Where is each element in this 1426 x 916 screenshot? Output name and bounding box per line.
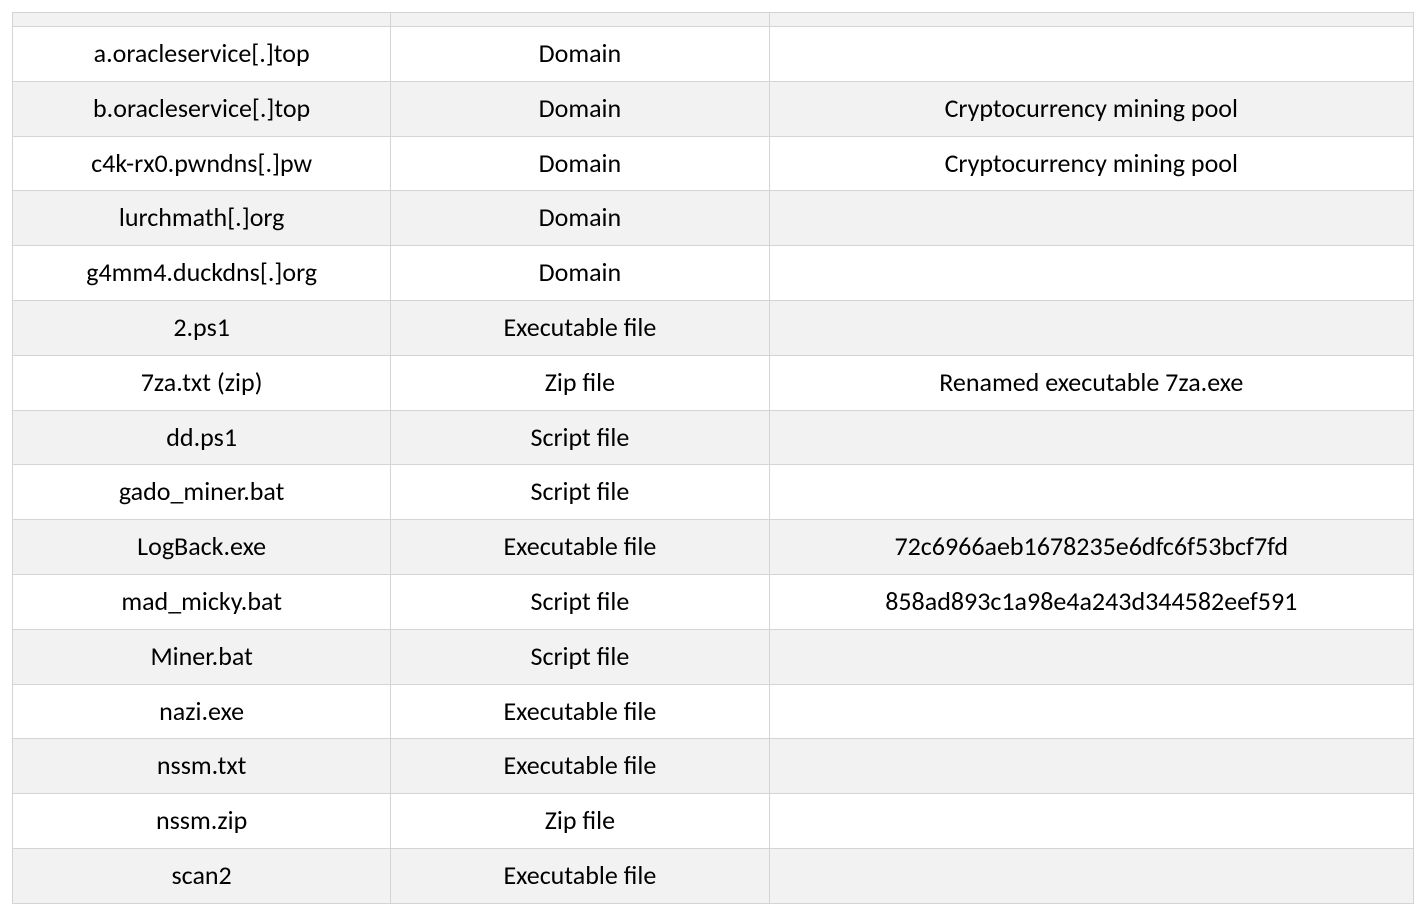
note-cell (769, 465, 1413, 520)
header-stub-row (13, 13, 1414, 27)
table-row: LogBack.exeExecutable file72c6966aeb1678… (13, 520, 1414, 575)
note-cell: 72c6966aeb1678235e6dfc6f53bcf7fd (769, 520, 1413, 575)
type-cell: Script file (391, 465, 769, 520)
table-row: dd.ps1Script file (13, 410, 1414, 465)
indicator-cell: nazi.exe (13, 684, 391, 739)
type-cell: Domain (391, 246, 769, 301)
note-cell (769, 191, 1413, 246)
table-row: c4k-rx0.pwndns[.]pwDomainCryptocurrency … (13, 136, 1414, 191)
indicator-cell: nssm.txt (13, 739, 391, 794)
table-row: g4mm4.duckdns[.]orgDomain (13, 246, 1414, 301)
indicator-cell: g4mm4.duckdns[.]org (13, 246, 391, 301)
indicator-cell: dd.ps1 (13, 410, 391, 465)
indicator-cell: LogBack.exe (13, 520, 391, 575)
note-cell (769, 794, 1413, 849)
note-cell (769, 246, 1413, 301)
type-cell: Executable file (391, 300, 769, 355)
indicator-cell: a.oracleservice[.]top (13, 27, 391, 82)
indicator-cell: Miner.bat (13, 629, 391, 684)
ioc-table: a.oracleservice[.]topDomainb.oracleservi… (12, 12, 1414, 904)
type-cell: Domain (391, 27, 769, 82)
type-cell: Executable file (391, 739, 769, 794)
table-row: nssm.zipZip file (13, 794, 1414, 849)
type-cell: Domain (391, 81, 769, 136)
note-cell: 858ad893c1a98e4a243d344582eef591 (769, 574, 1413, 629)
type-cell: Domain (391, 136, 769, 191)
note-cell (769, 848, 1413, 903)
header-stub-cell (391, 13, 769, 27)
note-cell (769, 410, 1413, 465)
indicator-cell: scan2 (13, 848, 391, 903)
indicator-cell: nssm.zip (13, 794, 391, 849)
indicator-cell: b.oracleservice[.]top (13, 81, 391, 136)
table-row: scan2Executable file (13, 848, 1414, 903)
header-stub-cell (769, 13, 1413, 27)
table-row: nssm.txtExecutable file (13, 739, 1414, 794)
type-cell: Script file (391, 410, 769, 465)
table-row: lurchmath[.]orgDomain (13, 191, 1414, 246)
table-row: mad_micky.batScript file858ad893c1a98e4a… (13, 574, 1414, 629)
table-row: Miner.batScript file (13, 629, 1414, 684)
note-cell (769, 27, 1413, 82)
indicator-cell: lurchmath[.]org (13, 191, 391, 246)
indicator-cell: gado_miner.bat (13, 465, 391, 520)
type-cell: Domain (391, 191, 769, 246)
table-row: 7za.txt (zip)Zip fileRenamed executable … (13, 355, 1414, 410)
note-cell (769, 684, 1413, 739)
note-cell: Renamed executable 7za.exe (769, 355, 1413, 410)
type-cell: Zip file (391, 794, 769, 849)
indicator-cell: mad_micky.bat (13, 574, 391, 629)
note-cell: Cryptocurrency mining pool (769, 136, 1413, 191)
type-cell: Script file (391, 574, 769, 629)
header-stub-cell (13, 13, 391, 27)
indicator-cell: 2.ps1 (13, 300, 391, 355)
table-row: b.oracleservice[.]topDomainCryptocurrenc… (13, 81, 1414, 136)
table-row: nazi.exeExecutable file (13, 684, 1414, 739)
type-cell: Script file (391, 629, 769, 684)
type-cell: Zip file (391, 355, 769, 410)
type-cell: Executable file (391, 684, 769, 739)
table-row: a.oracleservice[.]topDomain (13, 27, 1414, 82)
type-cell: Executable file (391, 848, 769, 903)
note-cell (769, 300, 1413, 355)
note-cell (769, 739, 1413, 794)
note-cell (769, 629, 1413, 684)
table-row: 2.ps1Executable file (13, 300, 1414, 355)
table-row: gado_miner.batScript file (13, 465, 1414, 520)
ioc-table-body: a.oracleservice[.]topDomainb.oracleservi… (13, 27, 1414, 904)
type-cell: Executable file (391, 520, 769, 575)
note-cell: Cryptocurrency mining pool (769, 81, 1413, 136)
indicator-cell: 7za.txt (zip) (13, 355, 391, 410)
indicator-cell: c4k-rx0.pwndns[.]pw (13, 136, 391, 191)
